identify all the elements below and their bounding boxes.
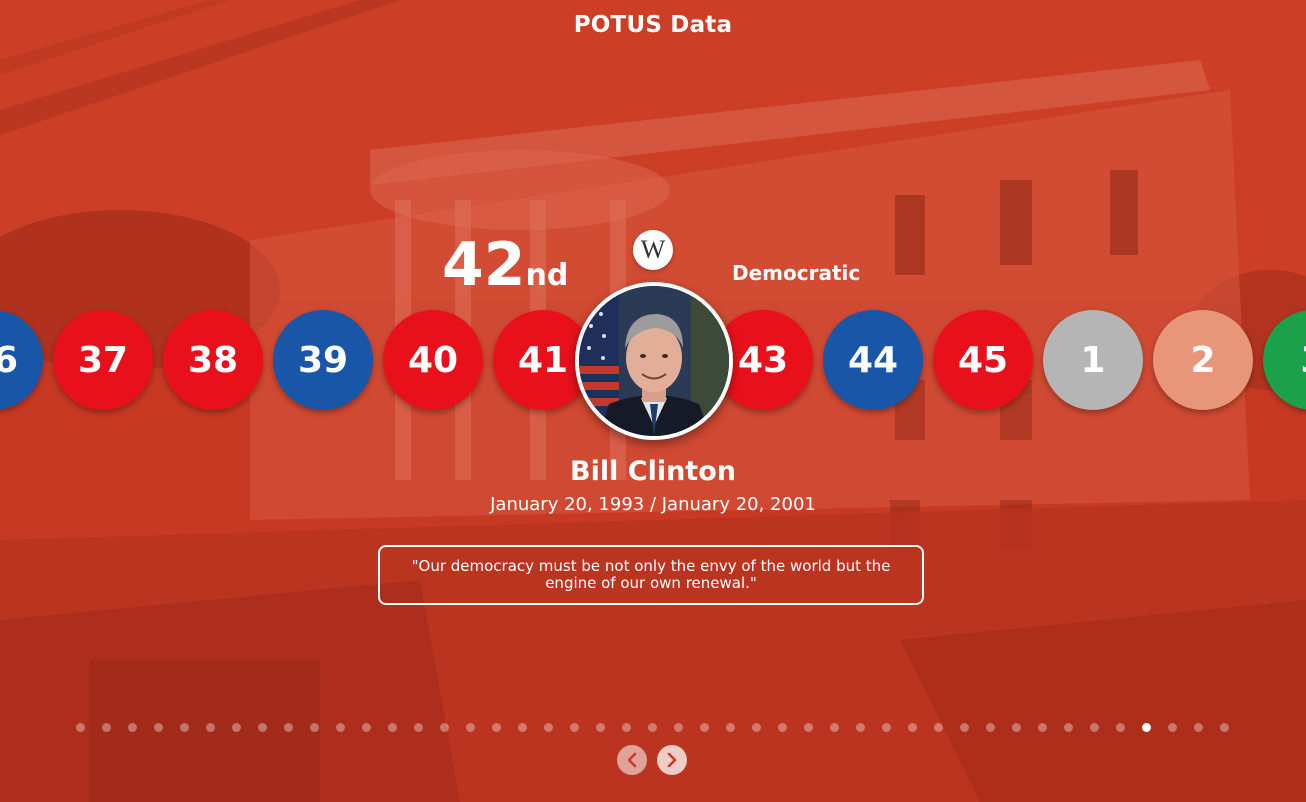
president-portrait[interactable] [575,282,733,440]
pagination-dot[interactable] [492,723,501,732]
pagination-dot[interactable] [76,723,85,732]
pagination-dot[interactable] [752,723,761,732]
pagination-dot[interactable] [518,723,527,732]
president-item-39[interactable]: 39 [273,310,373,410]
quote-box: "Our democracy must be not only the envy… [378,545,924,605]
president-item-45[interactable]: 45 [933,310,1033,410]
chevron-left-icon [627,752,637,768]
pagination-dot[interactable] [1090,723,1099,732]
pagination-dot[interactable] [1220,723,1229,732]
ordinal-suffix: nd [525,258,569,293]
pagination-dot[interactable] [596,723,605,732]
pagination-dot[interactable] [960,723,969,732]
ordinal-number: 42 [442,230,526,300]
pagination-dot[interactable] [466,723,475,732]
pagination-dot[interactable] [362,723,371,732]
pagination-dot[interactable] [648,723,657,732]
party-label: Democratic [732,261,861,285]
president-item-3[interactable]: 3 [1263,310,1306,410]
term-dates: January 20, 1993 / January 20, 2001 [490,494,816,515]
pagination-dot[interactable] [908,723,917,732]
pagination-dot[interactable] [336,723,345,732]
pagination-dot[interactable] [1012,723,1021,732]
pagination-dot[interactable] [232,723,241,732]
pagination-dot[interactable] [1064,723,1073,732]
president-item-36[interactable]: 36 [0,310,43,410]
president-name: Bill Clinton [570,456,736,487]
president-ordinal: 42nd [442,232,568,298]
pagination-dot[interactable] [544,723,553,732]
pagination-dot[interactable] [726,723,735,732]
pagination-dot[interactable] [570,723,579,732]
pagination-dot[interactable] [310,723,319,732]
wikipedia-glyph: W [640,235,666,264]
next-button[interactable] [657,745,687,775]
president-item-44[interactable]: 44 [823,310,923,410]
pagination-dot[interactable] [440,723,449,732]
president-item-38[interactable]: 38 [163,310,263,410]
pagination-dot[interactable] [856,723,865,732]
prev-button[interactable] [617,745,647,775]
pagination-dot[interactable] [622,723,631,732]
pagination-dot[interactable] [102,723,111,732]
pagination-dot[interactable] [388,723,397,732]
pagination-dot[interactable] [674,723,683,732]
pagination-dot[interactable] [180,723,189,732]
pagination-dot[interactable] [1194,723,1203,732]
pagination-dot[interactable] [700,723,709,732]
pagination-dot[interactable] [414,723,423,732]
pagination-dot[interactable] [128,723,137,732]
chevron-right-icon [667,752,677,768]
pagination-dot[interactable] [206,723,215,732]
pagination-dot[interactable] [882,723,891,732]
quote-text: "Our democracy must be not only the envy… [411,557,891,592]
pagination-dot[interactable] [154,723,163,732]
wikipedia-icon[interactable]: W [633,230,673,270]
pagination-dot[interactable] [1038,723,1047,732]
pagination-dot[interactable] [986,723,995,732]
president-item-2[interactable]: 2 [1153,310,1253,410]
president-item-37[interactable]: 37 [53,310,153,410]
pagination-dot[interactable] [934,723,943,732]
pagination-dot[interactable] [830,723,839,732]
pagination-dot[interactable] [778,723,787,732]
pagination-dot[interactable] [1116,723,1125,732]
president-item-40[interactable]: 40 [383,310,483,410]
pagination-dot[interactable] [1142,723,1151,732]
pagination-dot[interactable] [804,723,813,732]
pagination-dot[interactable] [258,723,267,732]
pagination-dot[interactable] [284,723,293,732]
app-title: POTUS Data [573,12,733,38]
pagination-dot[interactable] [1168,723,1177,732]
president-item-1[interactable]: 1 [1043,310,1143,410]
